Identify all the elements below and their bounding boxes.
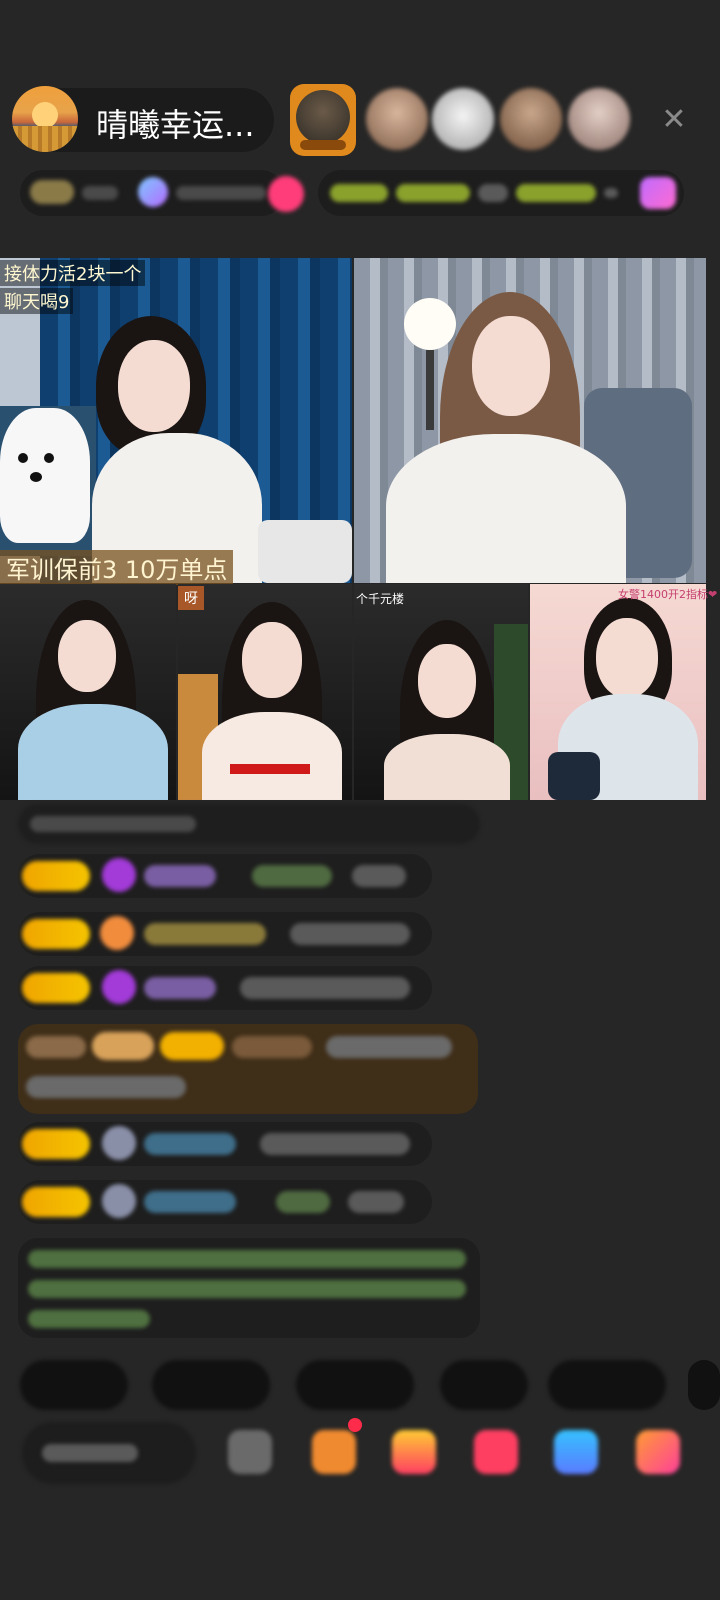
tile-4-tag: 呀 — [178, 586, 204, 610]
quick-action-tab-1[interactable] — [20, 1360, 128, 1410]
task-chunk-1 — [330, 184, 388, 202]
emoji-icon[interactable] — [228, 1430, 272, 1474]
top-viewer-avatar-4[interactable] — [500, 88, 562, 150]
video-tile-2[interactable] — [354, 258, 706, 583]
chat-system-chunk — [30, 816, 196, 832]
close-icon[interactable]: ✕ — [658, 104, 690, 136]
rank-icon[interactable] — [30, 180, 74, 204]
tile-6-tag: 女警1400开2指标❤ — [618, 588, 718, 601]
message-chunk — [348, 1191, 404, 1213]
video-tile-5[interactable] — [354, 584, 528, 800]
tile-1-caption-line-2: 聊天喝9 — [0, 288, 74, 314]
highlight-chunk — [26, 1076, 186, 1098]
announcement-line — [28, 1310, 150, 1328]
quick-action-tab-3[interactable] — [296, 1360, 414, 1410]
video-tile-4[interactable] — [178, 584, 352, 800]
hot-icon — [138, 177, 168, 207]
quick-action-tab-4[interactable] — [440, 1360, 528, 1410]
top-viewer-avatar-2[interactable] — [366, 88, 428, 150]
username-chunk[interactable] — [144, 1133, 236, 1155]
level-badge — [22, 1129, 90, 1159]
message-chunk — [240, 977, 410, 999]
task-chunk-3 — [478, 184, 508, 202]
highlight-badge — [160, 1032, 224, 1060]
avatar — [102, 1126, 136, 1160]
more-gifts-icon[interactable] — [636, 1430, 680, 1474]
username-chunk[interactable] — [144, 1191, 236, 1213]
announcement-line — [28, 1250, 466, 1268]
username-chunk[interactable] — [144, 865, 216, 887]
announcement-line — [28, 1280, 466, 1298]
top-viewer-avatar-3[interactable] — [432, 88, 494, 150]
message-chunk — [260, 1133, 410, 1155]
task-chunk-2 — [396, 184, 470, 202]
host-name[interactable]: 晴曦幸运... — [96, 100, 255, 146]
game-icon[interactable] — [554, 1430, 598, 1474]
tile-1-caption-line-1: 接体力活2块一个 — [0, 260, 146, 286]
message-chunk — [352, 865, 406, 887]
comment-placeholder — [42, 1444, 138, 1462]
task-chunk-4 — [516, 184, 596, 202]
username-chunk[interactable] — [144, 977, 216, 999]
task-icon[interactable] — [640, 177, 676, 209]
notification-dot-icon — [348, 1418, 362, 1432]
quick-action-tab-6[interactable] — [688, 1360, 720, 1410]
message-chunk — [290, 923, 410, 945]
message-chunk — [276, 1191, 330, 1213]
tile-5-tag: 个千元楼 — [356, 592, 405, 606]
highlight-chunk — [326, 1036, 452, 1058]
treasure-icon[interactable] — [392, 1430, 436, 1474]
username-chunk[interactable] — [144, 923, 266, 945]
quick-action-tab-5[interactable] — [548, 1360, 666, 1410]
rank-text — [82, 186, 118, 200]
gift-box-icon[interactable] — [312, 1430, 356, 1474]
level-badge — [22, 919, 90, 949]
host-avatar[interactable] — [12, 86, 78, 152]
gift-icon[interactable] — [268, 176, 304, 212]
level-badge — [22, 973, 90, 1003]
gem-icon — [102, 858, 136, 892]
video-tile-3[interactable] — [0, 584, 176, 800]
level-badge — [22, 1187, 90, 1217]
tile-1-banner: 军训保前3 10万单点 — [0, 550, 234, 585]
quick-action-tab-2[interactable] — [152, 1360, 270, 1410]
avatar — [102, 1184, 136, 1218]
highlight-chunk — [26, 1036, 86, 1058]
message-chunk — [252, 865, 332, 887]
video-tile-6[interactable] — [530, 584, 706, 800]
heart-gift-icon[interactable] — [474, 1430, 518, 1474]
heart-icon — [100, 916, 134, 950]
task-chunk-5 — [604, 188, 618, 198]
top-viewer-avatar-5[interactable] — [568, 88, 630, 150]
highlight-badge — [92, 1032, 154, 1060]
top-viewer-avatar-1[interactable] — [290, 84, 356, 156]
hot-text — [176, 186, 266, 200]
highlight-chunk — [232, 1036, 312, 1058]
gem-icon — [102, 970, 136, 1004]
level-badge — [22, 861, 90, 891]
